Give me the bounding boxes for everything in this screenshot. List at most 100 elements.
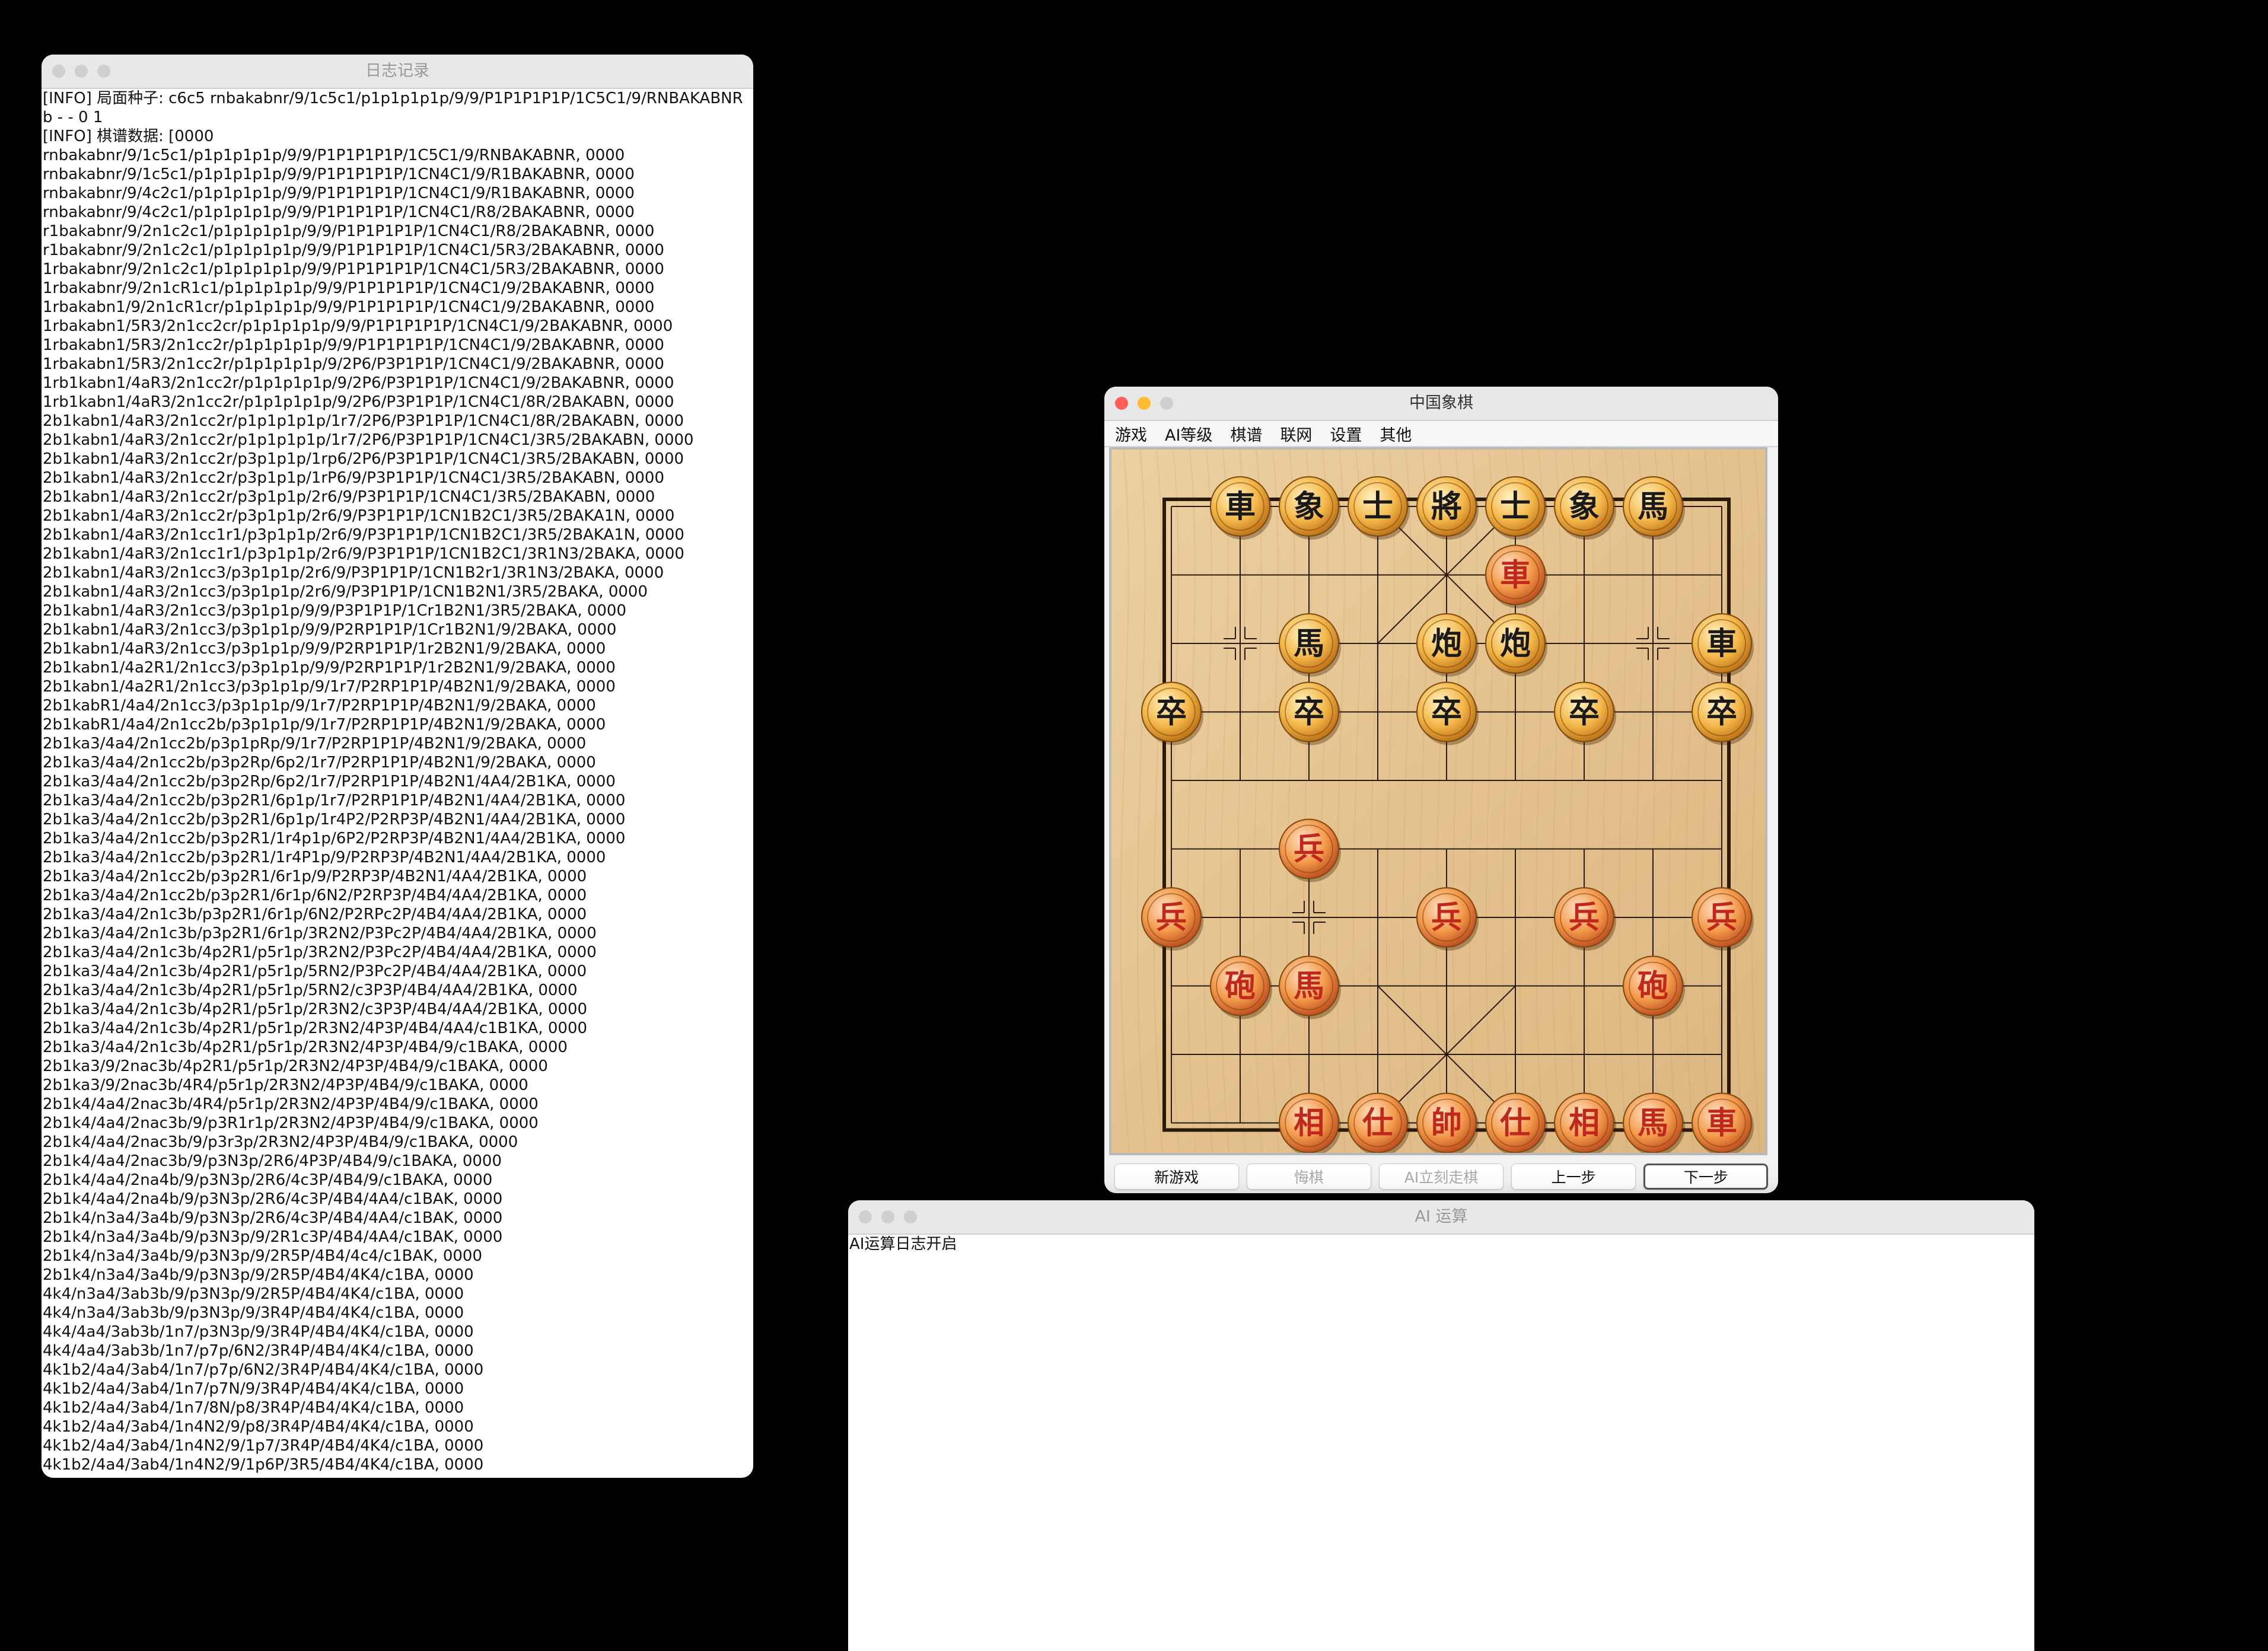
- log-line: 2b1kabn1/4aR3/2n1cc2r/p3p1p1p/2r6/9/P3P1…: [43, 488, 655, 506]
- undo-button[interactable]: 悔棋: [1246, 1164, 1371, 1190]
- log-line: 2b1k4/4a4/2nac3b/4R4/p5r1p/2R3N2/4P3P/4B…: [43, 1095, 539, 1113]
- chess-piece-label: 車: [1500, 558, 1531, 594]
- menu-record[interactable]: 棋谱: [1230, 422, 1262, 445]
- log-line: 2b1ka3/4a4/2n1cc2b/p3p2R1/6r1p/9/P2RP3P/…: [43, 868, 587, 885]
- log-line: 2b1kabn1/4aR3/2n1cc3/p3p1p1p/9/9/P2RP1P1…: [43, 640, 606, 658]
- chess-piece-label: 兵: [1706, 900, 1737, 936]
- ai-window-title: AI 运算: [1415, 1207, 1468, 1226]
- chess-piece-label: 兵: [1294, 832, 1324, 868]
- chess-piece-label: 馬: [1638, 489, 1668, 525]
- chess-piece-label: 炮: [1431, 626, 1462, 662]
- log-line: 1rbakabnr/9/2n1c2c1/p1p1p1p1p/9/9/P1P1P1…: [43, 260, 664, 278]
- log-line: 2b1ka3/4a4/2n1cc2b/p3p2R1/1r4p1p/6P2/P2R…: [43, 830, 626, 847]
- chess-piece-label: 兵: [1156, 900, 1187, 936]
- chess-piece-label: 象: [1569, 489, 1600, 525]
- log-line: 2b1ka3/4a4/2n1c3b/4p2R1/p5r1p/2R3N2/4P3P…: [43, 1019, 588, 1037]
- log-text-area[interactable]: [INFO] 局面种子: c6c5 rnbakabnr/9/1c5c1/p1p1…: [42, 89, 753, 1478]
- log-line: 2b1k4/4a4/2nac3b/9/p3r3p/2R3N2/4P3P/4B4/…: [43, 1133, 518, 1151]
- menu-settings[interactable]: 设置: [1330, 422, 1362, 445]
- chess-piece-label: 車: [1706, 1106, 1737, 1142]
- log-line: 2b1kabn1/4aR3/2n1cc2r/p3p1p1p/2r6/9/P3P1…: [43, 507, 675, 525]
- log-window-titlebar[interactable]: 日志记录: [42, 55, 753, 89]
- chess-piece-label: 象: [1294, 489, 1324, 525]
- ai-window-titlebar[interactable]: AI 运算: [848, 1200, 2034, 1235]
- chess-piece-label: 士: [1500, 489, 1531, 525]
- log-line: 2b1kabn1/4aR3/2n1cc1r1/p3p1p1p/2r6/9/P3P…: [43, 545, 684, 563]
- chess-board[interactable]: 車象士將士象馬車馬炮炮車卒卒卒卒卒兵兵兵兵兵砲馬砲相仕帥仕相馬車: [1109, 447, 1767, 1155]
- chess-piece-label: 炮: [1500, 626, 1531, 662]
- log-line: [INFO] 棋谱数据: [0000: [43, 128, 214, 145]
- log-line: 2b1k4/n3a4/3a4b/9/p3N3p/9/2R1c3P/4B4/4A4…: [43, 1228, 503, 1246]
- log-line: 2b1k4/n3a4/3a4b/9/p3N3p/2R6/4c3P/4B4/4A4…: [43, 1209, 503, 1227]
- log-line: 2b1ka3/4a4/2n1cc2b/p3p2Rp/6p2/1r7/P2RP1P…: [43, 773, 616, 791]
- log-line: 2b1kabn1/4aR3/2n1cc3/p3p1p1p/2r6/9/P3P1P…: [43, 564, 664, 582]
- log-line: 4k4/4a4/3ab3b/1n7/p3N3p/9/3R4P/4B4/4K4/c…: [43, 1323, 474, 1341]
- chess-window-titlebar[interactable]: 中国象棋: [1104, 387, 1778, 421]
- chess-piece-label: 卒: [1569, 695, 1600, 731]
- log-line: [INFO] 局面种子: c6c5 rnbakabnr/9/1c5c1/p1p1…: [43, 90, 743, 107]
- ai-log-text-area[interactable]: AI运算日志开启: [848, 1235, 2034, 1651]
- chess-piece-label: 車: [1706, 626, 1737, 662]
- log-line: 2b1ka3/4a4/2n1c3b/4p2R1/p5r1p/5RN2/P3Pc2…: [43, 962, 587, 980]
- chess-piece-label: 仕: [1500, 1106, 1531, 1142]
- log-line: 2b1ka3/4a4/2n1c3b/4p2R1/p5r1p/3R2N2/P3Pc…: [43, 944, 597, 961]
- log-line: 2b1kabn1/4aR3/2n1cc2r/p1p1p1p1p/1r7/2P6/…: [43, 431, 694, 449]
- chess-piece-label: 相: [1294, 1106, 1324, 1142]
- chess-piece-label: 將: [1431, 489, 1462, 525]
- log-line: 4k1b2/4a4/3ab4/1n7/p7N/9/3R4P/4B4/4K4/c1…: [43, 1380, 464, 1398]
- chess-piece-label: 兵: [1431, 900, 1462, 936]
- log-line: 1rbakabn1/5R3/2n1cc2r/p1p1p1p1p/9/2P6/P3…: [43, 355, 664, 373]
- chess-piece-label: 仕: [1362, 1106, 1393, 1142]
- log-line: 2b1ka3/9/2nac3b/4R4/p5r1p/2R3N2/4P3P/4B4…: [43, 1076, 528, 1094]
- log-line: 2b1kabn1/4aR3/2n1cc2r/p3p1p1p/1rP6/9/P3P…: [43, 469, 664, 487]
- button-bar: 新游戏 悔棋 AI立刻走棋 上一步 下一步: [1104, 1160, 1778, 1193]
- chess-piece-label: 車: [1225, 489, 1256, 525]
- chess-piece-label: 卒: [1294, 695, 1324, 731]
- log-line: 4k1b2/4a4/3ab4/1n4N2/9/1p7/3R4P/4B4/4K4/…: [43, 1437, 484, 1455]
- log-line: rnbakabnr/9/1c5c1/p1p1p1p1p/9/9/P1P1P1P1…: [43, 146, 625, 164]
- log-line: r1bakabnr/9/2n1c2c1/p1p1p1p1p/9/9/P1P1P1…: [43, 222, 655, 240]
- menu-game[interactable]: 游戏: [1115, 422, 1147, 445]
- log-line: 4k1b2/4a4/3ab4/1n4N2/9/1p6P/3R5/4B4/4K4/…: [43, 1456, 484, 1474]
- log-line: 2b1ka3/9/2nac3b/4p2R1/p5r1p/2R3N2/4P3P/4…: [43, 1057, 548, 1075]
- menu-bar: 游戏 AI等级 棋谱 联网 设置 其他: [1104, 421, 1778, 447]
- log-line: 2b1ka3/4a4/2n1cc2b/p3p2R1/6r1p/6N2/P2RP3…: [43, 887, 587, 904]
- log-line: 1rbakabn1/5R3/2n1cc2r/p1p1p1p1p/9/9/P1P1…: [43, 336, 664, 354]
- menu-network[interactable]: 联网: [1280, 422, 1312, 445]
- chess-piece-label: 卒: [1706, 695, 1737, 731]
- log-line: 4k4/n3a4/3ab3b/9/p3N3p/9/3R4P/4B4/4K4/c1…: [43, 1304, 464, 1322]
- log-line: 2b1kabn1/4aR3/2n1cc3/p3p1p1p/9/9/P2RP1P1…: [43, 621, 617, 639]
- chess-piece-label: 砲: [1638, 969, 1668, 1005]
- log-line: 2b1kabn1/4a2R1/2n1cc3/p3p1p1p/9/9/P2RP1P…: [43, 659, 616, 677]
- chess-piece-label: 卒: [1431, 695, 1462, 731]
- log-line: 2b1k4/4a4/2na4b/9/p3N3p/2R6/4c3P/4B4/4A4…: [43, 1190, 503, 1208]
- log-line: 2b1ka3/4a4/2n1cc2b/p3p1pRp/9/1r7/P2RP1P1…: [43, 735, 587, 753]
- log-line: 2b1k4/4a4/2na4b/9/p3N3p/2R6/4c3P/4B4/9/c…: [43, 1171, 493, 1189]
- menu-other[interactable]: 其他: [1380, 422, 1412, 445]
- log-line: 2b1ka3/4a4/2n1c3b/4p2R1/p5r1p/2R3N2/c3P3…: [43, 1000, 588, 1018]
- chess-piece-label: 帥: [1431, 1106, 1462, 1142]
- log-line: rnbakabnr/9/1c5c1/p1p1p1p1p/9/9/P1P1P1P1…: [43, 165, 635, 183]
- log-line: 2b1kabn1/4aR3/2n1cc2r/p3p1p1p/1rp6/2P6/P…: [43, 450, 684, 468]
- chess-piece-label: 馬: [1638, 1106, 1668, 1142]
- log-line: 2b1k4/n3a4/3a4b/9/p3N3p/9/2R5P/4B4/4K4/c…: [43, 1266, 474, 1284]
- log-line: 2b1k4/4a4/2nac3b/9/p3N3p/2R6/4P3P/4B4/9/…: [43, 1152, 502, 1170]
- new-game-button[interactable]: 新游戏: [1114, 1164, 1239, 1190]
- log-line: 1rbakabnr/9/2n1cR1c1/p1p1p1p1p/9/9/P1P1P…: [43, 279, 655, 297]
- log-line: 2b1ka3/4a4/2n1c3b/4p2R1/p5r1p/2R3N2/4P3P…: [43, 1038, 568, 1056]
- log-line: 4k4/n3a4/3ab3b/9/p3N3p/9/2R5P/4B4/4K4/c1…: [43, 1285, 464, 1303]
- log-line: 2b1ka3/4a4/2n1cc2b/p3p2R1/6p1p/1r7/P2RP1…: [43, 792, 626, 809]
- log-window: 日志记录 [INFO] 局面种子: c6c5 rnbakabnr/9/1c5c1…: [42, 55, 753, 1478]
- log-line: 2b1ka3/4a4/2n1cc2b/p3p2Rp/6p2/1r7/P2RP1P…: [43, 754, 596, 772]
- next-step-button[interactable]: 下一步: [1643, 1164, 1769, 1190]
- chess-piece-label: 砲: [1225, 969, 1256, 1005]
- chess-piece-label: 士: [1362, 489, 1393, 525]
- ai-move-now-button[interactable]: AI立刻走棋: [1378, 1164, 1503, 1190]
- log-line: 2b1kabR1/4a4/2n1cc3/p3p1p1p/9/1r7/P2RP1P…: [43, 697, 596, 715]
- log-line: r1bakabnr/9/2n1c2c1/p1p1p1p1p/9/9/P1P1P1…: [43, 241, 664, 259]
- log-line: 2b1kabn1/4a2R1/2n1cc3/p3p1p1p/9/1r7/P2RP…: [43, 678, 616, 696]
- log-line: 4k4/4a4/3ab3b/1n7/p7p/6N2/3R4P/4B4/4K4/c…: [43, 1342, 474, 1360]
- chess-piece-label: 卒: [1156, 695, 1187, 731]
- menu-ai-level[interactable]: AI等级: [1165, 422, 1212, 445]
- previous-step-button[interactable]: 上一步: [1511, 1164, 1636, 1190]
